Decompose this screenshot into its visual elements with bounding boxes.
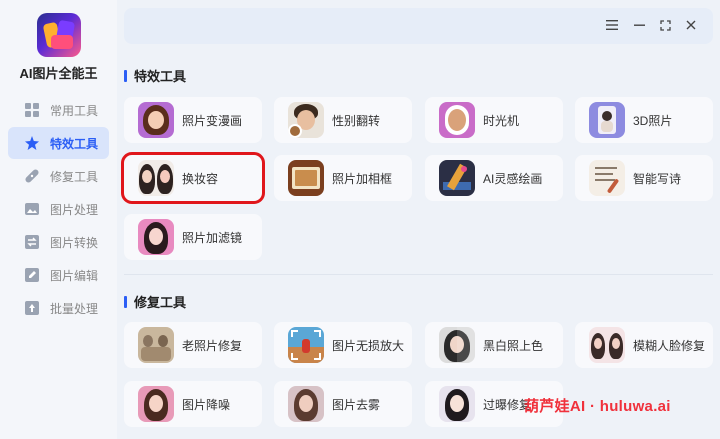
sidebar-item-label: 特效工具 — [50, 136, 99, 151]
tool-colorize[interactable]: 黑白照上色 — [425, 322, 563, 368]
section-title-text: 修复工具 — [134, 295, 187, 310]
section-title-text: 特效工具 — [134, 69, 187, 84]
time-machine-icon — [439, 102, 475, 138]
maximize-icon[interactable] — [657, 17, 673, 33]
tool-lossless-enlarge[interactable]: 图片无损放大 — [274, 322, 412, 368]
ai-painting-icon — [439, 160, 475, 196]
minimize-icon[interactable] — [631, 17, 647, 33]
star-sparkle-icon — [24, 135, 40, 151]
sidebar-item-effects[interactable]: 特效工具 — [8, 127, 109, 159]
photo-filter-icon — [138, 219, 174, 255]
tool-label: 模糊人脸修复 — [633, 338, 706, 353]
tool-label: 照片变漫画 — [182, 113, 243, 128]
tool-label: 图片降噪 — [182, 397, 231, 412]
sidebar-item-label: 批量处理 — [50, 301, 99, 316]
cartoon-girl-icon — [138, 102, 174, 138]
app-name: AI图片全能王 — [19, 66, 98, 81]
lossless-enlarge-icon — [288, 327, 324, 363]
menu-icon[interactable] — [604, 17, 620, 33]
pencil-icon — [24, 267, 40, 283]
watermark-text: 葫芦娃AI · huluwa.ai — [524, 398, 671, 415]
old-photo-icon — [138, 327, 174, 363]
tool-poem-writing[interactable]: 智能写诗 — [575, 155, 713, 201]
app-logo — [37, 13, 81, 57]
tool-gender-swap[interactable]: 性别翻转 — [274, 97, 412, 143]
sidebar: AI图片全能王 常用工具 特效工具 修复工具 图片处理 图片转换 图片编辑 批量… — [0, 0, 117, 439]
sidebar-item-label: 图片转换 — [50, 235, 99, 250]
sidebar-item-image-processing[interactable]: 图片处理 — [8, 193, 109, 225]
section-accent-bar — [124, 69, 127, 82]
3d-photo-icon — [589, 102, 625, 138]
sidebar-item-label: 图片编辑 — [50, 268, 99, 283]
face-restore-icon — [589, 327, 625, 363]
tool-dehaze[interactable]: 图片去雾 — [274, 381, 412, 427]
image-edit-icon — [24, 201, 40, 217]
tool-photo-to-comic[interactable]: 照片变漫画 — [124, 97, 262, 143]
dehaze-icon — [288, 386, 324, 422]
section-accent-bar — [124, 295, 127, 308]
makeup-swap-icon — [138, 160, 174, 196]
tool-label: 图片去雾 — [332, 397, 381, 412]
sidebar-item-common-tools[interactable]: 常用工具 — [8, 94, 109, 126]
tool-label: 时光机 — [483, 113, 520, 128]
tool-makeup-swap[interactable]: 换妆容 — [121, 152, 265, 204]
tool-label: 照片加滤镜 — [182, 230, 243, 245]
section-title-effects: 特效工具 — [124, 66, 186, 85]
tool-label: 黑白照上色 — [483, 338, 544, 353]
sidebar-item-label: 常用工具 — [50, 103, 99, 118]
tool-time-machine[interactable]: 时光机 — [425, 97, 563, 143]
denoise-icon — [138, 386, 174, 422]
sidebar-item-image-convert[interactable]: 图片转换 — [8, 226, 109, 258]
tool-label: AI灵感绘画 — [483, 171, 543, 186]
tool-face-restore[interactable]: 模糊人脸修复 — [575, 322, 713, 368]
sidebar-item-batch[interactable]: 批量处理 — [8, 292, 109, 324]
colorize-icon — [439, 327, 475, 363]
sidebar-item-image-edit[interactable]: 图片编辑 — [8, 259, 109, 291]
tool-label: 智能写诗 — [633, 171, 682, 186]
tool-photo-filter[interactable]: 照片加滤镜 — [124, 214, 262, 260]
tool-photo-frame[interactable]: 照片加相框 — [274, 155, 412, 201]
tool-label: 3D照片 — [633, 113, 673, 128]
sidebar-item-repair[interactable]: 修复工具 — [8, 160, 109, 192]
photo-frame-icon — [288, 160, 324, 196]
gender-swap-icon — [288, 102, 324, 138]
bandage-icon — [24, 168, 40, 184]
tool-denoise[interactable]: 图片降噪 — [124, 381, 262, 427]
tool-label: 老照片修复 — [182, 338, 243, 353]
convert-icon — [24, 234, 40, 250]
tool-old-photo-repair[interactable]: 老照片修复 — [124, 322, 262, 368]
tool-label: 换妆容 — [182, 171, 219, 186]
section-divider — [124, 274, 713, 275]
close-icon[interactable] — [683, 17, 699, 33]
top-bar — [124, 8, 713, 44]
poem-writing-icon — [589, 160, 625, 196]
tool-label: 性别翻转 — [332, 113, 381, 128]
batch-upload-icon — [24, 300, 40, 316]
overexposure-icon — [439, 386, 475, 422]
grid-icon — [24, 102, 40, 118]
tool-label: 照片加相框 — [332, 171, 393, 186]
sidebar-item-label: 修复工具 — [50, 169, 99, 184]
tool-label: 图片无损放大 — [332, 338, 405, 353]
tool-ai-painting[interactable]: AI灵感绘画 — [425, 155, 563, 201]
tool-3d-photo[interactable]: 3D照片 — [575, 97, 713, 143]
sidebar-item-label: 图片处理 — [50, 202, 99, 217]
app-window: AI图片全能王 常用工具 特效工具 修复工具 图片处理 图片转换 图片编辑 批量… — [0, 0, 720, 439]
section-title-repair: 修复工具 — [124, 292, 186, 311]
